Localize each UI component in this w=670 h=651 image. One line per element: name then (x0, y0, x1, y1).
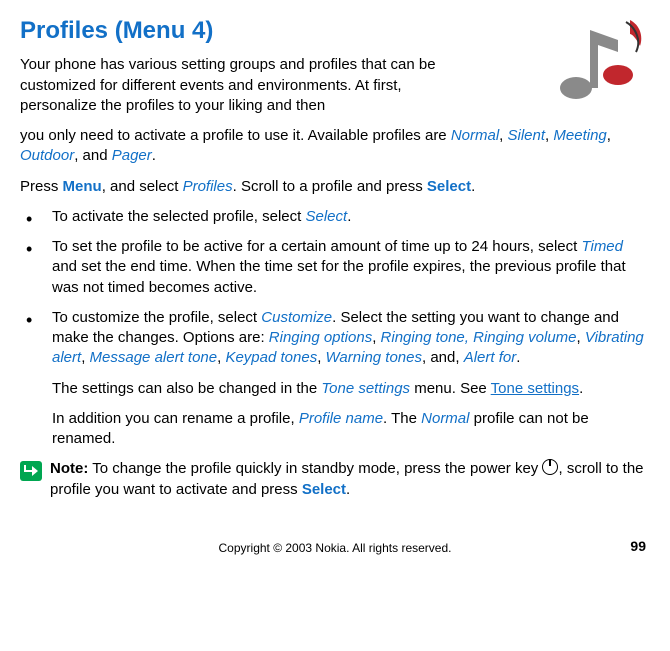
copyright-text: Copyright © 2003 Nokia. All rights reser… (24, 540, 646, 556)
menu-label: Menu (63, 178, 102, 195)
bullet-customize: To customize the profile, select Customi… (20, 308, 650, 369)
intro-paragraph-2: you only need to activate a profile to u… (20, 126, 640, 167)
bullet-activate: To activate the selected profile, select… (20, 207, 650, 227)
note-select: Select (302, 481, 346, 498)
bullet-timed: To set the profile to be active for a ce… (20, 237, 650, 298)
rename-note: In addition you can rename a profile, Pr… (20, 409, 650, 450)
profile-silent: Silent (508, 127, 546, 144)
intro-paragraph-1: Your phone has various setting groups an… (20, 55, 450, 116)
profile-meeting: Meeting (553, 127, 606, 144)
profile-pager: Pager (112, 147, 152, 164)
profile-outdoor: Outdoor (20, 147, 74, 164)
profiles-label: Profiles (183, 178, 233, 195)
music-notes-graphic (540, 12, 650, 107)
power-key-icon (542, 459, 558, 475)
note-block: Note: To change the profile quickly in s… (20, 459, 650, 500)
page-footer: Copyright © 2003 Nokia. All rights reser… (20, 540, 650, 556)
page-number: 99 (630, 537, 646, 556)
note-arrow-icon (20, 461, 42, 481)
press-instruction: Press Menu, and select Profiles. Scroll … (20, 177, 650, 197)
tone-settings-link[interactable]: Tone settings (491, 380, 579, 397)
profile-normal: Normal (451, 127, 499, 144)
select-label: Select (427, 178, 471, 195)
tone-settings-note: The settings can also be changed in the … (20, 379, 650, 399)
note-label: Note: (50, 460, 88, 477)
